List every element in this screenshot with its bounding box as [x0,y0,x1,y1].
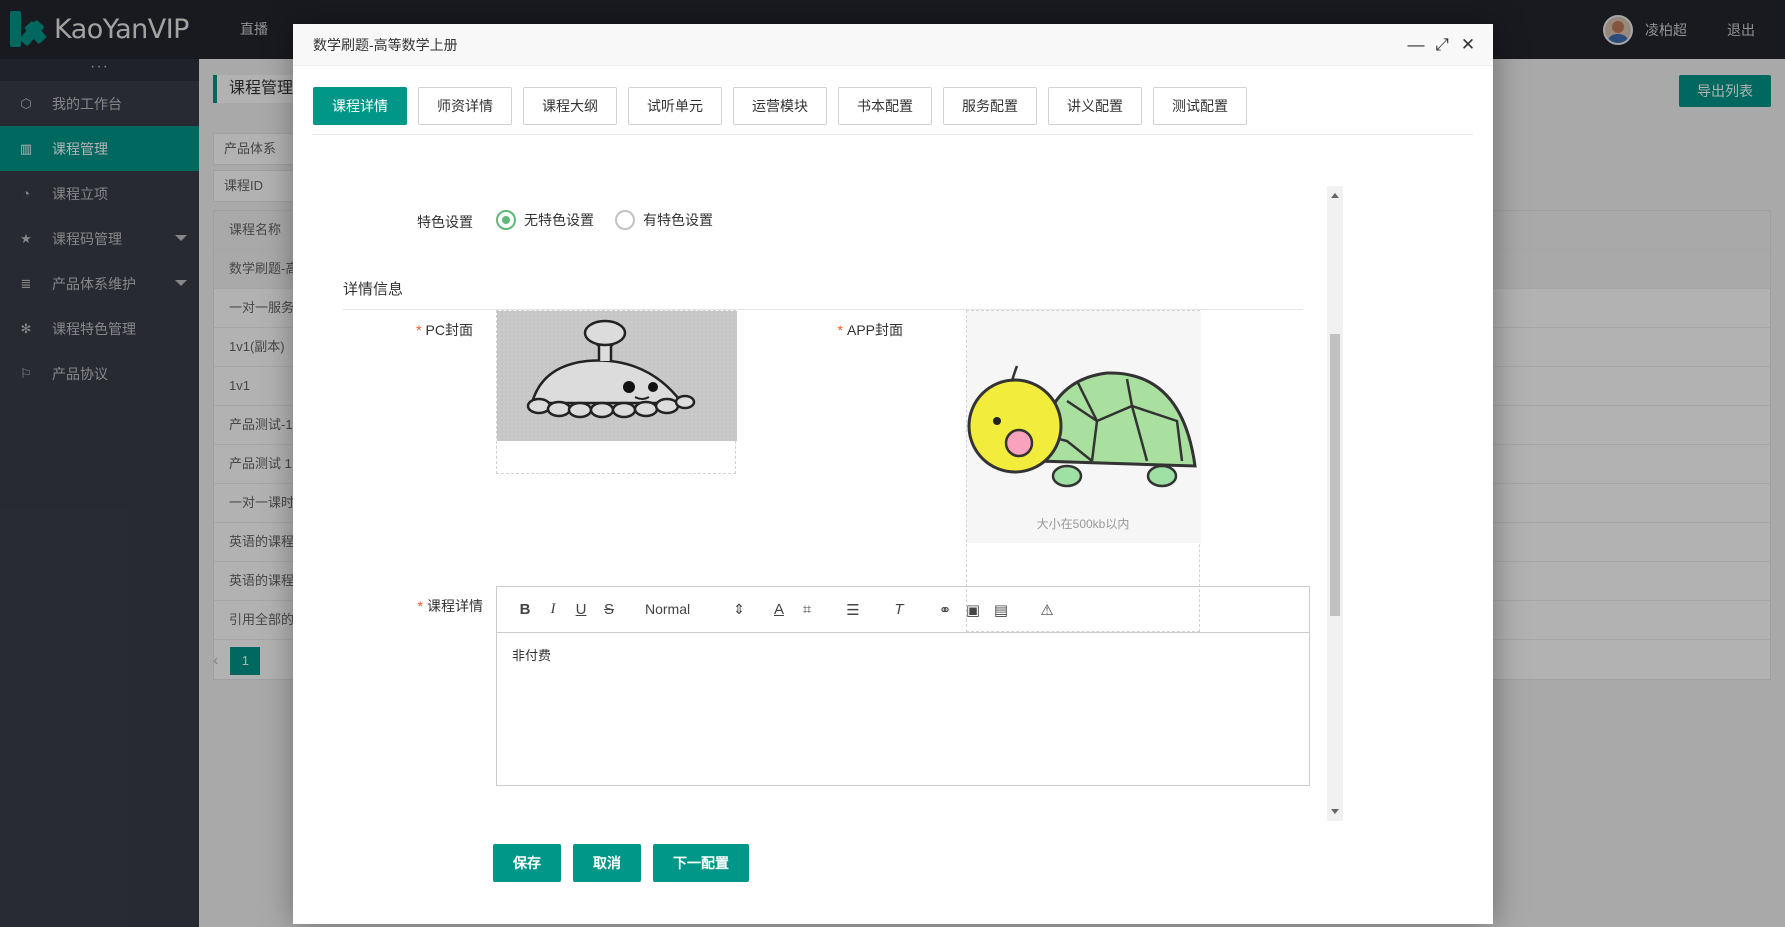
window-controls: — ⤢ ✕ [1403,24,1481,66]
course-config-modal: 数学刷题-高等数学上册 — ⤢ ✕ 课程详情 师资详情 课程大纲 试听单元 运营… [293,24,1493,924]
app-cover-image [967,311,1201,543]
next-config-button[interactable]: 下一配置 [653,844,749,882]
vertical-scrollbar[interactable] [1327,186,1343,821]
app-cover-text: APP封面 [846,322,903,338]
tab-test-config[interactable]: 测试配置 [1153,87,1247,125]
scroll-up-icon[interactable] [1331,193,1339,198]
tab-book-config[interactable]: 书本配置 [838,87,932,125]
tab-teacher-detail[interactable]: 师资详情 [418,87,512,125]
tab-handout-config[interactable]: 讲义配置 [1048,87,1142,125]
tab-service-config[interactable]: 服务配置 [943,87,1037,125]
clear-format-icon[interactable]: T [885,601,913,618]
minimize-icon[interactable]: — [1403,24,1429,66]
formula-icon[interactable]: ⚠ [1033,601,1061,619]
course-detail-label: * 课程详情 [393,596,483,616]
pc-cover-label: * PC封面 [393,320,473,340]
image-icon[interactable]: ▣ [959,601,987,619]
tab-course-outline[interactable]: 课程大纲 [523,87,617,125]
video-icon[interactable]: ▤ [987,601,1015,619]
editor-toolbar: B I U S Normal ⇕ A ⌗ ☰ T ⚭ ▣ ▤ ⚠ [497,587,1309,633]
app-cover-hint: 大小在500kb以内 [1036,517,1130,531]
tab-operation-module[interactable]: 运营模块 [733,87,827,125]
modal-footer: 保存 取消 下一配置 [493,844,761,882]
format-select-value: Normal [645,601,691,617]
close-icon[interactable]: ✕ [1455,24,1481,66]
required-mark: * [417,598,423,614]
save-button[interactable]: 保存 [493,844,561,882]
radio-unchecked-icon [615,210,635,230]
feature-setting-text: 特色设置 [417,214,473,230]
format-select[interactable]: Normal ⇕ [645,601,745,618]
pc-cover-image [497,311,737,441]
radio-label: 有特色设置 [643,212,713,228]
feature-setting-label: 特色设置 [393,212,473,232]
modal-title: 数学刷题-高等数学上册 [313,37,458,53]
required-mark: * [416,322,422,338]
course-detail-text: 课程详情 [427,598,483,614]
font-color-icon[interactable]: A [765,601,793,618]
app-cover-label: * APP封面 [803,320,903,340]
app-cover-upload[interactable]: 大小在500kb以内 [966,310,1201,632]
radio-checked-icon [496,210,516,230]
underline-button[interactable]: U [567,601,595,618]
pc-cover-upload[interactable] [496,310,737,474]
config-tabs: 课程详情 师资详情 课程大纲 试听单元 运营模块 书本配置 服务配置 讲义配置 … [313,87,1473,135]
strike-button[interactable]: S [595,601,623,618]
scroll-down-icon[interactable] [1331,809,1339,814]
radio-no-feature[interactable]: 无特色设置 [496,210,594,230]
form-scroll-area: 特色设置 无特色设置 有特色设置 详情信息 * PC封面 * APP封面 大小在… [313,186,1338,821]
required-mark: * [837,322,843,338]
maximize-icon[interactable]: ⤢ [1429,24,1455,66]
section-title: 详情信息 [343,276,1303,310]
radio-has-feature[interactable]: 有特色设置 [615,210,713,230]
cancel-button[interactable]: 取消 [573,844,641,882]
select-arrows-icon: ⇕ [733,601,745,617]
radio-label: 无特色设置 [524,212,594,228]
scroll-thumb[interactable] [1330,334,1340,616]
link-icon[interactable]: ⚭ [931,601,959,619]
modal-title-bar: 数学刷题-高等数学上册 — ⤢ ✕ [293,24,1493,66]
tab-trial-unit[interactable]: 试听单元 [628,87,722,125]
tab-course-detail[interactable]: 课程详情 [313,87,407,125]
bold-button[interactable]: B [511,601,539,618]
rich-text-editor: B I U S Normal ⇕ A ⌗ ☰ T ⚭ ▣ ▤ ⚠ 非付费 [496,586,1310,786]
background-color-icon[interactable]: ⌗ [793,601,821,618]
italic-button[interactable]: I [539,601,567,618]
editor-content[interactable]: 非付费 [497,633,1309,676]
align-left-icon[interactable]: ☰ [839,601,867,619]
pc-cover-text: PC封面 [425,322,473,338]
